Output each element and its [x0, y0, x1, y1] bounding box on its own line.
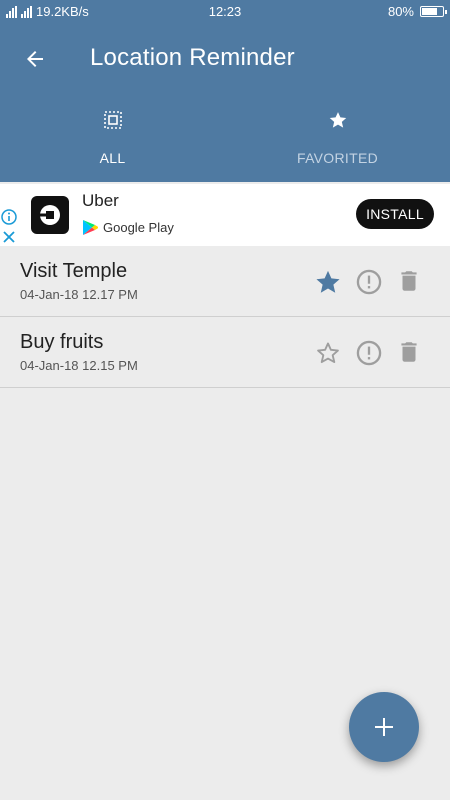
tab-favorited[interactable]: FAVORITED [225, 98, 450, 182]
toolbar: Location Reminder [0, 34, 450, 82]
star-filled-icon[interactable] [314, 268, 342, 296]
info-icon[interactable] [0, 208, 18, 226]
list-item[interactable]: Buy fruits 04-Jan-18 12.15 PM [0, 317, 450, 388]
battery-percent: 80% [387, 4, 414, 19]
ad-app-name: Uber [82, 191, 119, 210]
trash-icon[interactable] [396, 338, 422, 366]
ad-store: Google Play [82, 219, 174, 236]
reminder-date: 04-Jan-18 12.15 PM [20, 358, 138, 373]
list-item[interactable]: Visit Temple 04-Jan-18 12.17 PM [0, 246, 450, 317]
reminder-title: Visit Temple [20, 260, 128, 282]
google-play-icon [83, 220, 98, 235]
star-outline-icon[interactable] [314, 339, 342, 367]
reminder-list: Visit Temple 04-Jan-18 12.17 PM Buy frui… [0, 246, 450, 388]
arrow-back-icon [27, 51, 43, 67]
install-button[interactable]: INSTALL [356, 199, 434, 229]
clock: 12:23 [208, 4, 242, 19]
battery-icon [420, 6, 447, 17]
plus-icon [375, 718, 393, 736]
tab-all[interactable]: ALL [0, 98, 225, 182]
uber-logo [31, 196, 69, 234]
reminder-date: 04-Jan-18 12.17 PM [20, 287, 138, 302]
close-icon[interactable] [0, 228, 18, 246]
page-title: Location Reminder [90, 44, 295, 71]
status-right: 80% [387, 4, 447, 19]
uber-logo-icon [39, 205, 60, 225]
status-bar: 19.2KB/s 12:23 80% [0, 0, 450, 24]
back-button[interactable] [18, 42, 52, 76]
app-bar: 19.2KB/s 12:23 80% Location Reminder ALL [0, 0, 450, 182]
ad-banner[interactable]: Uber Google Play INSTALL [0, 184, 450, 246]
alert-icon[interactable] [355, 268, 383, 296]
tab-bar: ALL FAVORITED [0, 98, 450, 182]
trash-icon[interactable] [396, 267, 422, 295]
star-icon [329, 112, 346, 128]
add-reminder-button[interactable] [349, 692, 419, 762]
alert-icon[interactable] [355, 339, 383, 367]
select-all-icon [103, 111, 122, 129]
tab-favorited-label: FAVORITED [296, 150, 378, 166]
ad-store-name: Google Play [103, 220, 174, 235]
reminder-title: Buy fruits [20, 331, 104, 353]
tab-all-label: ALL [99, 150, 126, 166]
